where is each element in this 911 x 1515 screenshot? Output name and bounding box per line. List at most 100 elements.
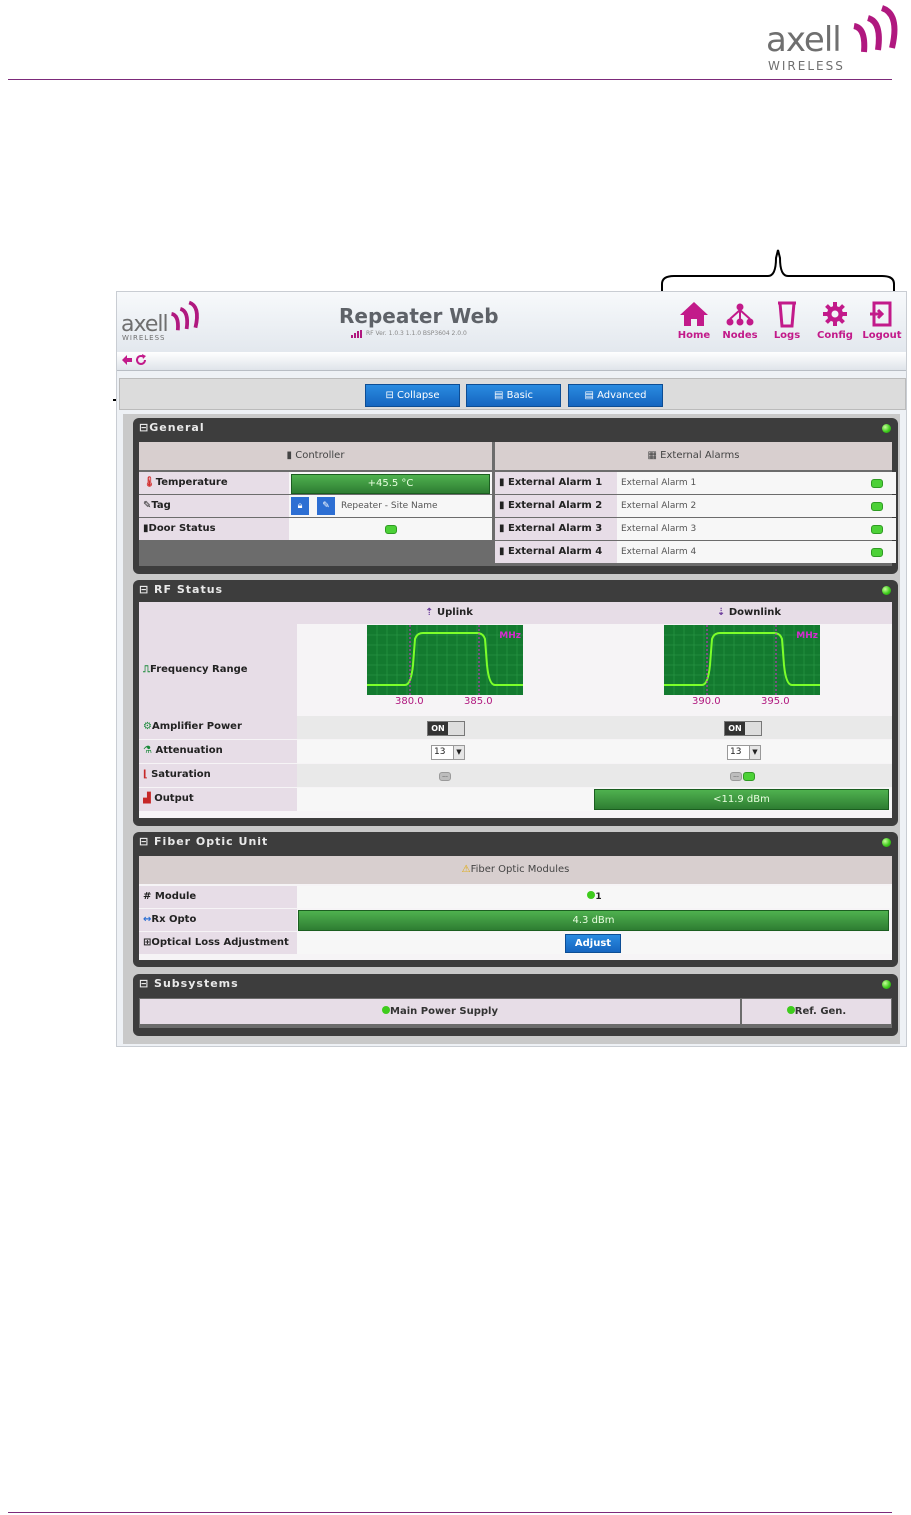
temperature-label-text: Temperature [155, 477, 228, 488]
rf-status-body: ⇡ Uplink ⇣ Downlink ⎍Frequency Range MHz [139, 602, 892, 818]
downlink-frequency-graph: MHz [664, 625, 820, 695]
external-alarm-1-value-cell: External Alarm 1 [617, 472, 896, 494]
basic-button[interactable]: ▤ Basic [466, 384, 561, 407]
general-panel-header[interactable]: ⊟General [133, 418, 898, 438]
main-power-supply: Main Power Supply [140, 999, 740, 1024]
module-cell: 1 [297, 886, 892, 908]
general-status-led [882, 424, 891, 433]
nav-logs[interactable]: Logs [765, 300, 809, 341]
uplink-amplifier-switch-state: ON [428, 722, 448, 735]
downlink-header-label: Downlink [728, 607, 782, 618]
door-status-cell [289, 518, 492, 540]
temperature-label: 🌡︎Temperature [139, 472, 289, 494]
uplink-amplifier-switch[interactable]: ON [427, 721, 465, 736]
controller-header-label: Controller [295, 450, 345, 461]
uplink-graph-unit: MHz [499, 631, 521, 641]
downlink-freq-high: 395.0 [761, 696, 790, 707]
external-alarm-4-label-text: External Alarm 4 [507, 546, 603, 557]
refresh-icon[interactable] [135, 354, 147, 366]
nav-nodes[interactable]: Nodes [718, 300, 762, 341]
edit-icon[interactable]: ✎ [317, 497, 335, 515]
nodes-icon [726, 303, 754, 326]
navigation-toolbar [117, 352, 906, 371]
rx-opto-value: 4.3 dBm [572, 915, 615, 926]
fiber-optic-body: ⚠︎Fiber Optic Modules # Module 1 ↔Rx Opt… [139, 856, 892, 960]
nav-logout[interactable]: Logout [860, 300, 904, 341]
rx-opto-label-text: Rx Opto [151, 914, 197, 925]
external-alarm-2-value: External Alarm 2 [621, 501, 697, 511]
advanced-button[interactable]: ▤ Advanced [568, 384, 663, 407]
external-alarm-4-indicator [871, 548, 883, 557]
nav-config[interactable]: Config [813, 300, 857, 341]
lock-icon[interactable]: 🔒︎ [291, 497, 309, 515]
amplifier-power-label: ⚙︎Amplifier Power [139, 716, 297, 739]
subsystems-body: Main Power Supply Ref. Gen. [139, 998, 892, 1028]
output-bar: <11.9 dBm [594, 789, 889, 810]
document-logo-subtext: WIRELESS [768, 59, 845, 73]
thermometer-icon: 🌡︎ [143, 477, 156, 488]
logout-icon [870, 301, 892, 327]
fiber-optic-panel-header[interactable]: ⊟ Fiber Optic Unit [133, 832, 898, 852]
downlink-amplifier-switch-state: ON [725, 722, 745, 735]
rf-status-panel-header[interactable]: ⊟ RF Status [133, 580, 898, 600]
downlink-amplifier-switch[interactable]: ON [724, 721, 762, 736]
uplink-frequency-graph: MHz [367, 625, 523, 695]
saturation-label: ⌊ Saturation [139, 764, 297, 787]
nav-nodes-label: Nodes [722, 330, 758, 341]
downlink-attenuation-select[interactable]: 13 ▼ [727, 745, 761, 760]
nav-logs-label: Logs [773, 330, 801, 341]
external-alarm-1-indicator [871, 479, 883, 488]
external-alarm-1-value: External Alarm 1 [621, 478, 697, 488]
uplink-saturation-indicator: ... [439, 772, 451, 781]
nav-home-label: Home [677, 330, 711, 341]
document-logo-text: axell [766, 20, 842, 60]
nav-config-label: Config [817, 330, 853, 341]
main-content: ⊟General ▮ Controller 🌡︎Temperature +45.… [123, 414, 900, 1044]
output-value: <11.9 dBm [713, 794, 770, 805]
door-status-label: ▮Door Status [139, 518, 289, 540]
app-logo-subtext: WIRELESS [122, 334, 166, 342]
tag-value: Repeater - Site Name [341, 501, 438, 511]
external-alarm-2-value-cell: External Alarm 2 [617, 495, 896, 517]
external-alarm-1-label: ▮ External Alarm 1 [495, 472, 617, 494]
fiber-optic-panel-title: Fiber Optic Unit [154, 835, 269, 848]
rx-opto-label: ↔Rx Opto [139, 909, 297, 931]
amplifier-power-label-text: Amplifier Power [151, 721, 242, 732]
frequency-icon: ⎍ [143, 664, 150, 675]
optical-loss-label: ⊞Optical Loss Adjustment [139, 932, 297, 954]
basic-button-label: Basic [506, 390, 534, 401]
back-arrow-icon[interactable] [121, 354, 133, 366]
subsystems-status-led [882, 980, 891, 989]
optical-loss-cell: Adjust [297, 932, 892, 954]
controller-header: ▮ Controller [139, 442, 492, 470]
app-title: Repeater Web [339, 304, 499, 328]
external-alarm-2-indicator [871, 502, 883, 511]
uplink-attenuation-select[interactable]: 13 ▼ [431, 745, 465, 760]
fiber-optic-modules-header: ⚠︎Fiber Optic Modules [139, 856, 892, 884]
downlink-attenuation-value: 13 [730, 747, 742, 757]
axell-swoosh-icon [853, 5, 898, 53]
external-alarm-4-value-cell: External Alarm 4 [617, 541, 896, 563]
signal-icon [351, 330, 362, 338]
downlink-saturation-value: ... [733, 772, 739, 779]
downlink-arrow-icon: ⇣ [716, 607, 726, 618]
module-label: # Module [139, 886, 297, 908]
nav-home[interactable]: Home [672, 300, 716, 341]
downlink-graph-unit: MHz [796, 631, 818, 641]
collapse-button[interactable]: ⊟ Collapse [365, 384, 460, 407]
temperature-bar: +45.5 °C [291, 474, 490, 494]
subsystems-panel-header[interactable]: ⊟ Subsystems [133, 974, 898, 994]
temperature-value: +45.5 °C [367, 478, 414, 489]
external-alarm-4-value: External Alarm 4 [621, 547, 697, 557]
adjust-button[interactable]: Adjust [565, 934, 621, 953]
door-status-label-text: Door Status [148, 523, 216, 534]
nav-logout-label: Logout [862, 330, 902, 341]
tag-cell: 🔒︎ ✎ Repeater - Site Name [289, 495, 492, 517]
external-alarm-1-label-text: External Alarm 1 [507, 477, 603, 488]
rf-status-led [882, 586, 891, 595]
external-alarm-3-value-cell: External Alarm 3 [617, 518, 896, 540]
fiber-optic-modules-header-label: Fiber Optic Modules [470, 864, 570, 875]
uplink-attenuation-value: 13 [434, 747, 446, 757]
view-mode-bar: ⊟ Collapse ▤ Basic ▤ Advanced [119, 378, 906, 410]
tag-label: ✎Tag [139, 495, 289, 517]
